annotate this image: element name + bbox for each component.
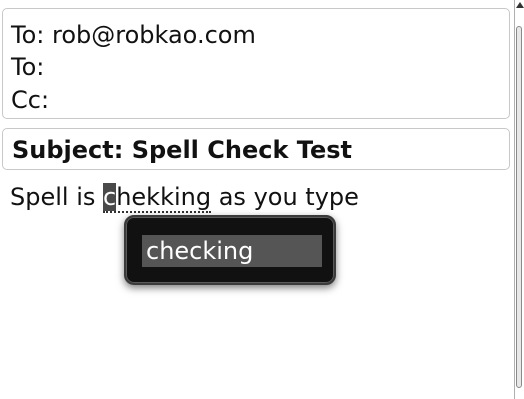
misspelled-word[interactable]: chekking bbox=[103, 183, 212, 213]
text-cursor: c bbox=[103, 183, 117, 211]
suggestion-item[interactable]: checking bbox=[142, 235, 322, 267]
body-text-prefix: Spell is bbox=[10, 183, 103, 211]
misspelled-word-rest: hekking bbox=[116, 183, 212, 211]
recipient-fields: To: rob@robkao.com To: Cc: bbox=[2, 8, 510, 119]
scrollbar-thumb[interactable] bbox=[516, 26, 522, 388]
subject-field[interactable]: Subject: Spell Check Test bbox=[2, 128, 510, 170]
spell-suggestion-popup: checking bbox=[124, 215, 336, 285]
body-text-suffix: as you type bbox=[211, 183, 359, 211]
arrow-up-icon[interactable] bbox=[516, 2, 524, 8]
email-compose-screen: To: rob@robkao.com To: Cc: Subject: Spel… bbox=[0, 0, 524, 399]
to-field-primary[interactable]: To: rob@robkao.com bbox=[11, 22, 256, 48]
message-body[interactable]: Spell is chekking as you type bbox=[10, 182, 359, 213]
to-field-secondary[interactable]: To: bbox=[11, 54, 44, 80]
vertical-scrollbar[interactable] bbox=[514, 0, 524, 399]
cc-field[interactable]: Cc: bbox=[11, 87, 49, 113]
subject-label: Subject: Spell Check Test bbox=[12, 136, 352, 164]
